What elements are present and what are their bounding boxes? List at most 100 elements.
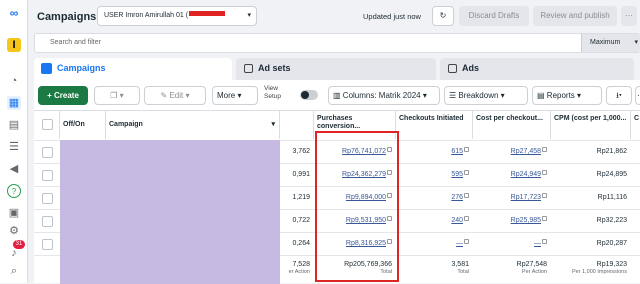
breakdown-button[interactable]: ☰ Breakdown ▾ — [444, 86, 528, 105]
cost-per-checkout-value: Rp27,458 — [473, 141, 551, 163]
overflow-button[interactable]: ⋯ — [635, 86, 640, 105]
checkouts-value-text[interactable]: — — [456, 240, 463, 247]
toolbar: + Create ❐ ▾ ✎ Edit ▾ More ▾ View Setup … — [34, 80, 640, 110]
row-checkbox[interactable] — [42, 216, 53, 227]
events-icon[interactable]: ▣ — [7, 206, 21, 220]
pencil-icon: ✎ — [160, 91, 168, 100]
breakdown-icon: ☰ — [449, 91, 457, 100]
account-icon[interactable]: I — [7, 38, 21, 52]
page-title: Campaigns — [37, 11, 97, 23]
cost-per-checkout-value-text[interactable]: Rp25,985 — [511, 217, 541, 224]
meta-logo-icon[interactable]: ∞ — [7, 6, 21, 20]
cost-per-checkout-value-text[interactable]: Rp17,723 — [511, 194, 541, 201]
checkouts-header[interactable]: Checkouts Initiated — [396, 111, 473, 139]
redacted-mark — [189, 11, 226, 16]
checkouts-value-text[interactable]: 615 — [451, 148, 463, 155]
cost-per-checkout-value-text[interactable]: — — [534, 240, 541, 247]
checkouts-value-text[interactable]: 276 — [451, 194, 463, 201]
prev-value-text: 1,219 — [292, 194, 310, 201]
search-input[interactable]: Search and filter — [50, 39, 101, 46]
left-rail: ∞ I ◔ ▦ ▤ ☰ ◀ ? ▣ ⚙ ♪ 31 ⌕ — [0, 0, 28, 283]
refresh-button[interactable]: ↻ — [432, 6, 454, 26]
cost-per-checkout-value-text[interactable]: Rp27,458 — [511, 148, 541, 155]
info-icon — [464, 170, 469, 175]
refresh-icon: ↻ — [439, 11, 447, 20]
table-icon[interactable]: ▦ — [7, 96, 21, 110]
cost-per-checkout-value: Rp24,949 — [473, 164, 551, 186]
totals-prev-sub: er Action — [288, 269, 310, 275]
row-checkbox[interactable] — [42, 147, 53, 158]
settings-icon[interactable]: ⚙ — [7, 224, 21, 238]
review-publish-button[interactable]: Review and publish — [533, 6, 617, 26]
prev-column-header[interactable] — [280, 111, 314, 139]
checkouts-value: 276 — [396, 187, 473, 209]
campaign-header-label: Campaign — [109, 121, 143, 128]
edit-button[interactable]: ✎ Edit ▾ — [144, 86, 206, 105]
checkouts-value-text[interactable]: 595 — [451, 171, 463, 178]
totals-cpm-sub: Per 1,000 Impressions — [571, 269, 627, 275]
checkouts-value-text[interactable]: 240 — [451, 217, 463, 224]
tab-campaigns[interactable]: Campaigns — [34, 58, 232, 80]
row-checkbox[interactable] — [42, 193, 53, 204]
offon-header[interactable]: Off/On — [60, 111, 106, 139]
cpm-value-text: Rp11,116 — [597, 194, 627, 201]
filter-bar[interactable]: Search and filter Maximum ▾ — [34, 33, 640, 53]
cost-per-checkout-value: Rp25,985 — [473, 210, 551, 232]
duplicate-button[interactable]: ❐ ▾ — [94, 86, 140, 105]
prev-value: 0,991 — [280, 164, 314, 186]
checkouts-value: 240 — [396, 210, 473, 232]
download-icon: ⭳ — [616, 91, 619, 100]
totals-prev-value: 7,528 — [292, 261, 310, 268]
discard-drafts-button[interactable]: Discard Drafts — [459, 6, 529, 26]
help-icon[interactable]: ? — [7, 184, 21, 198]
ad-icon — [448, 64, 457, 73]
columns-button[interactable]: ▥ Columns: Matrik 2024 ▾ — [328, 86, 440, 105]
reports-icon: ▤ — [537, 91, 545, 100]
checkouts-value: — — [396, 233, 473, 255]
folder-icon — [41, 63, 52, 74]
create-button[interactable]: + Create — [38, 86, 88, 105]
chevron-down-icon: ▾ — [247, 12, 251, 19]
account-name: USER Imron Amirullah 01 ( — [104, 12, 189, 19]
more-button[interactable]: More ▾ — [212, 86, 258, 105]
totals-cost-per-checkout: Rp27,548 Per Action — [473, 260, 551, 276]
cost-per-checkout-value-text[interactable]: Rp24,949 — [511, 171, 541, 178]
prev-value: 1,219 — [280, 187, 314, 209]
info-icon — [464, 147, 469, 152]
row-checkbox[interactable] — [42, 170, 53, 181]
info-icon — [542, 170, 547, 175]
prev-value: 0,722 — [280, 210, 314, 232]
cpm-header[interactable]: CPM (cost per 1,000... — [551, 111, 631, 139]
select-all-checkbox[interactable] — [42, 119, 53, 130]
totals-cost-per-checkout-sub: Per Action — [521, 269, 547, 275]
date-range-selector[interactable]: Maximum ▾ — [581, 34, 640, 52]
campaign-header[interactable]: Campaign ▾ — [106, 111, 280, 139]
megaphone-icon[interactable]: ◀ — [7, 162, 21, 176]
cost-per-checkout-header[interactable]: Cost per checkout... — [473, 111, 551, 139]
edit-label: Edit — [169, 91, 184, 100]
pages-icon[interactable]: ▤ — [7, 118, 21, 132]
view-setup-toggle[interactable] — [300, 90, 318, 100]
tab-ads[interactable]: Ads — [440, 58, 634, 80]
totals-checkouts-sub: Total — [457, 269, 469, 275]
totals-cpm: Rp19,323 Per 1,000 Impressions — [551, 260, 631, 276]
row-checkbox[interactable] — [42, 239, 53, 250]
update-status: Updated just now — [363, 12, 421, 21]
dashboard-icon[interactable]: ◔ — [7, 74, 21, 88]
cpm-value: Rp32,223 — [551, 210, 631, 232]
account-selector[interactable]: USER Imron Amirullah 01 ( ▾ — [97, 6, 257, 26]
tab-ad-sets[interactable]: Ad sets — [236, 58, 436, 80]
search-icon[interactable]: ⌕ — [7, 264, 21, 278]
reports-label: Reports — [546, 91, 575, 100]
breakdown-label: Breakdown — [458, 91, 499, 100]
grid-icon — [244, 64, 253, 73]
totals-cost-per-checkout-value: Rp27,548 — [516, 261, 547, 268]
more-options-button[interactable]: ⋯ — [621, 6, 637, 26]
date-range-label: Maximum — [590, 39, 621, 46]
campaign-table: Off/On Campaign ▾ Purchases conversion...… — [34, 110, 640, 284]
billing-icon[interactable]: ☰ — [7, 140, 21, 154]
export-button[interactable]: ⭳▾ — [606, 86, 632, 105]
next-column-header[interactable]: C — [631, 111, 640, 139]
reports-button[interactable]: ▤ Reports ▾ — [532, 86, 602, 105]
prev-value-text: 3,762 — [292, 148, 310, 155]
